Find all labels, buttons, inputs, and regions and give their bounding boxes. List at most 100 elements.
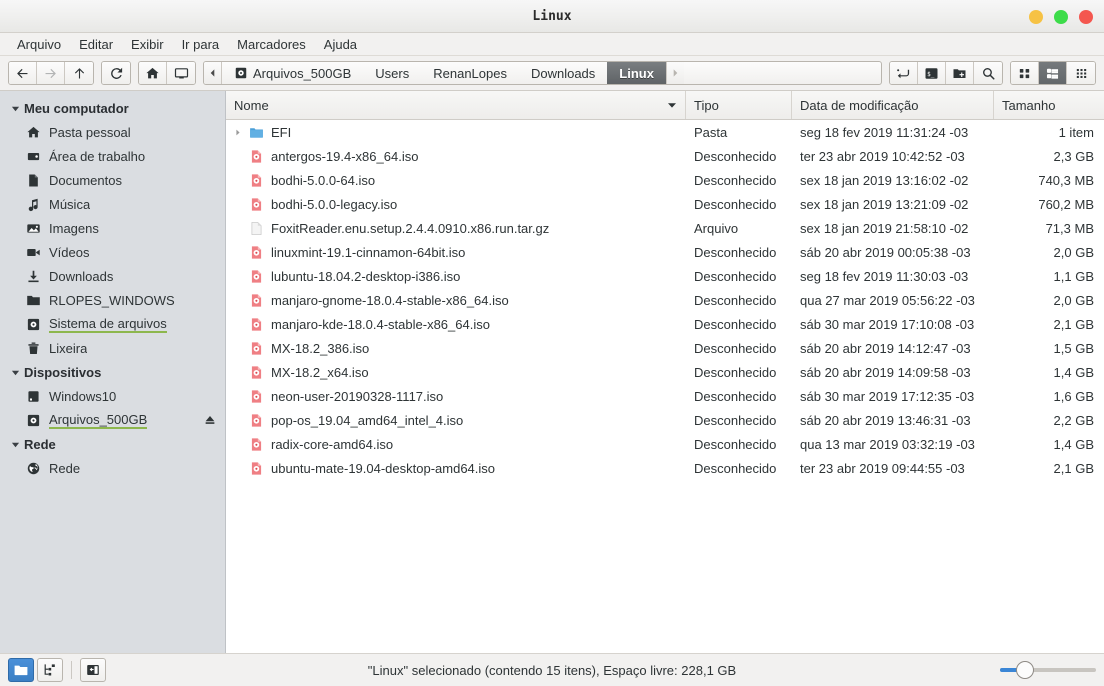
- table-row[interactable]: EFI Pasta seg 18 fev 2019 11:31:24 -03 1…: [226, 120, 1104, 144]
- breadcrumb-item-downloads[interactable]: Downloads: [519, 62, 607, 84]
- sidebar-item-pasta-pessoal[interactable]: Pasta pessoal: [0, 120, 225, 144]
- sidebar-item-rlopes-windows[interactable]: RLOPES_WINDOWS: [0, 288, 225, 312]
- cell-size: 1,1 GB: [1053, 268, 1094, 284]
- drive-icon: [235, 67, 247, 79]
- breadcrumb-item-arquivos-500gb[interactable]: Arquivos_500GB: [222, 62, 363, 84]
- sidebar-item-musica[interactable]: Música: [0, 192, 225, 216]
- search-button[interactable]: [974, 62, 1002, 84]
- home-icon: [146, 67, 159, 78]
- compact-view-button[interactable]: [1067, 62, 1095, 84]
- sidebar-item-rede[interactable]: Rede: [0, 456, 225, 480]
- sidebar-item-videos[interactable]: Vídeos: [0, 240, 225, 264]
- document-icon: [24, 173, 42, 188]
- file-name: antergos-19.4-x86_64.iso: [271, 148, 419, 164]
- sidebar-item-arquivos-500gb[interactable]: Arquivos_500GB: [0, 408, 225, 432]
- table-row[interactable]: bodhi-5.0.0-64.iso Desconhecido sex 18 j…: [226, 168, 1104, 192]
- table-row[interactable]: ubuntu-mate-19.04-desktop-amd64.iso Desc…: [226, 456, 1104, 480]
- sidebar-item-downloads[interactable]: Downloads: [0, 264, 225, 288]
- zoom-slider[interactable]: [1000, 660, 1096, 680]
- file-name: manjaro-kde-18.0.4-stable-x86_64.iso: [271, 316, 490, 332]
- table-row[interactable]: MX-18.2_386.iso Desconhecido sáb 20 abr …: [226, 336, 1104, 360]
- cell-type: Arquivo: [694, 220, 739, 236]
- breadcrumb-item-linux[interactable]: Linux: [607, 62, 666, 84]
- back-button[interactable]: [9, 62, 37, 84]
- reload-button[interactable]: [102, 62, 130, 84]
- minimize-button[interactable]: [1029, 9, 1043, 24]
- table-row[interactable]: MX-18.2_x64.iso Desconhecido sáb 20 abr …: [226, 360, 1104, 384]
- sidebar-group-rede[interactable]: Rede: [0, 432, 225, 456]
- folder-icon: [24, 293, 42, 308]
- cell-size: 2,2 GB: [1053, 412, 1094, 428]
- sort-descending-icon: [667, 100, 677, 110]
- sidebar-item-lixeira[interactable]: Lixeira: [0, 336, 225, 360]
- chevron-right-icon: [673, 69, 678, 77]
- table-row[interactable]: manjaro-kde-18.0.4-stable-x86_64.iso Des…: [226, 312, 1104, 336]
- forward-button[interactable]: [37, 62, 65, 84]
- menu-arquivo[interactable]: Arquivo: [8, 35, 70, 54]
- toggle-location-entry-button[interactable]: [890, 62, 918, 84]
- menu-exibir[interactable]: Exibir: [122, 35, 173, 54]
- breadcrumb-scroll-right-button[interactable]: [665, 62, 684, 84]
- sidebar-item-imagens[interactable]: Imagens: [0, 216, 225, 240]
- breadcrumb-item-renanlopes[interactable]: RenanLopes: [421, 62, 519, 84]
- cell-type: Desconhecido: [694, 268, 777, 284]
- sidebar-toggle-icon: [87, 665, 99, 675]
- sidebar-item-area-de-trabalho[interactable]: Área de trabalho: [0, 144, 225, 168]
- close-button[interactable]: [1079, 9, 1093, 24]
- open-terminal-button[interactable]: $_: [918, 62, 946, 84]
- file-name: bodhi-5.0.0-64.iso: [271, 172, 376, 188]
- table-row[interactable]: bodhi-5.0.0-legacy.iso Desconhecido sex …: [226, 192, 1104, 216]
- iso-icon: [246, 269, 266, 284]
- video-camera-icon: [24, 245, 42, 260]
- table-row[interactable]: lubuntu-18.04.2-desktop-i386.iso Desconh…: [226, 264, 1104, 288]
- sidebar-group-meu-computador[interactable]: Meu computador: [0, 96, 225, 120]
- file-name: bodhi-5.0.0-legacy.iso: [271, 196, 398, 212]
- table-row[interactable]: radix-core-amd64.iso Desconhecido qua 13…: [226, 432, 1104, 456]
- cell-size: 740,3 MB: [1038, 172, 1094, 188]
- menu-ajuda[interactable]: Ajuda: [315, 35, 366, 54]
- cell-modified: sex 18 jan 2019 21:58:10 -02: [800, 220, 969, 236]
- svg-text:$_: $_: [927, 70, 935, 77]
- expand-triangle-icon[interactable]: [230, 128, 246, 137]
- menu-marcadores[interactable]: Marcadores: [228, 35, 315, 54]
- column-header-tipo[interactable]: Tipo: [686, 91, 792, 119]
- icon-view-button[interactable]: [1011, 62, 1039, 84]
- sidebar-item-documentos[interactable]: Documentos: [0, 168, 225, 192]
- titlebar: Linux: [0, 0, 1104, 33]
- home-button[interactable]: [139, 62, 167, 84]
- up-button[interactable]: [65, 62, 93, 84]
- file-name: MX-18.2_x64.iso: [271, 364, 369, 380]
- menu-editar[interactable]: Editar: [70, 35, 122, 54]
- sidebar-item-sistema-de-arquivos[interactable]: Sistema de arquivos: [0, 312, 225, 336]
- table-row[interactable]: FoxitReader.enu.setup.2.4.4.0910.x86.run…: [226, 216, 1104, 240]
- iso-icon: [246, 197, 266, 212]
- cell-modified: qua 27 mar 2019 05:56:22 -03: [800, 292, 975, 308]
- search-icon: [982, 67, 995, 80]
- iso-icon: [246, 413, 266, 428]
- eject-icon[interactable]: [203, 413, 217, 427]
- zoom-slider-handle[interactable]: [1015, 661, 1034, 679]
- breadcrumb-scroll-left-button[interactable]: [204, 62, 222, 84]
- column-header-nome[interactable]: Nome: [226, 91, 686, 119]
- desktop-button[interactable]: [167, 62, 195, 84]
- cell-modified: sáb 30 mar 2019 17:12:35 -03: [800, 388, 975, 404]
- table-row[interactable]: manjaro-gnome-18.0.4-stable-x86_64.iso D…: [226, 288, 1104, 312]
- column-header-tamanho[interactable]: Tamanho: [994, 91, 1104, 119]
- table-row[interactable]: antergos-19.4-x86_64.iso Desconhecido te…: [226, 144, 1104, 168]
- table-row[interactable]: neon-user-20190328-1117.iso Desconhecido…: [226, 384, 1104, 408]
- table-row[interactable]: pop-os_19.04_amd64_intel_4.iso Desconhec…: [226, 408, 1104, 432]
- sidebar-item-label: Imagens: [49, 220, 99, 236]
- list-view-button[interactable]: [1039, 62, 1067, 84]
- breadcrumb-item-users[interactable]: Users: [363, 62, 421, 84]
- folder-icon: [14, 665, 28, 676]
- table-row[interactable]: linuxmint-19.1-cinnamon-64bit.iso Descon…: [226, 240, 1104, 264]
- places-view-button[interactable]: [8, 658, 34, 682]
- column-header-data-de-modificacao[interactable]: Data de modificação: [792, 91, 994, 119]
- menu-ir-para[interactable]: Ir para: [173, 35, 229, 54]
- new-folder-button[interactable]: [946, 62, 974, 84]
- sidebar-item-windows10[interactable]: Windows10: [0, 384, 225, 408]
- toggle-sidebar-button[interactable]: [80, 658, 106, 682]
- tree-view-button[interactable]: [37, 658, 63, 682]
- maximize-button[interactable]: [1054, 9, 1068, 24]
- sidebar-group-dispositivos[interactable]: Dispositivos: [0, 360, 225, 384]
